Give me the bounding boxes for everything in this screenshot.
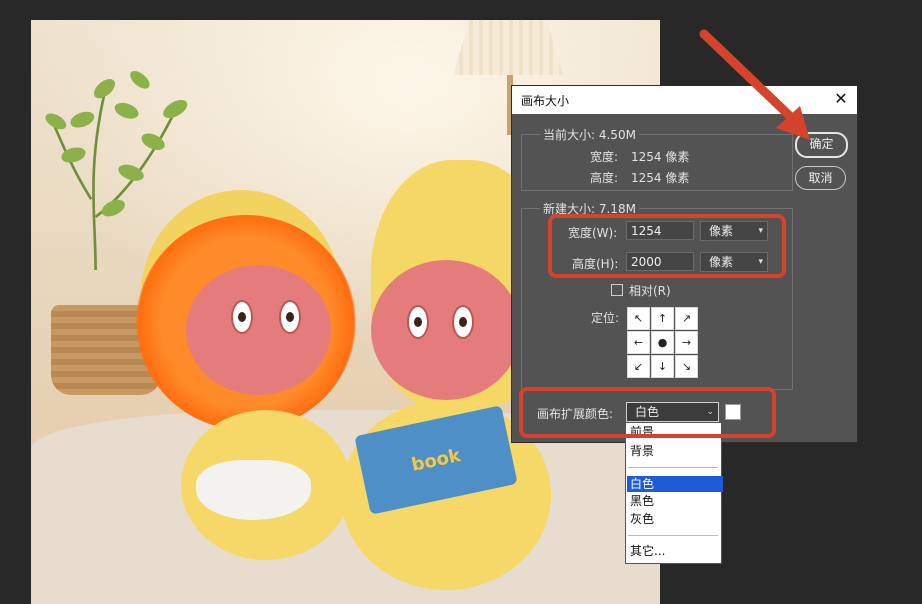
current-width-value: 1254 像素 <box>631 150 690 164</box>
left-doll-eye <box>231 300 253 334</box>
dropdown-item-other[interactable]: 其它... <box>629 543 718 559</box>
right-doll-eye <box>452 305 474 339</box>
red-arrow-annotation <box>699 29 810 140</box>
extension-color-dropdown: 前景 背景 白色 黑色 灰色 其它... <box>625 422 723 564</box>
anchor-bottom-left[interactable]: ↙ <box>627 355 650 378</box>
right-doll-face <box>371 260 521 400</box>
book-text: book <box>409 444 463 476</box>
anchor-left[interactable]: ← <box>627 331 650 354</box>
dropdown-item-gray[interactable]: 灰色 <box>629 511 718 527</box>
anchor-top-right[interactable]: ↗ <box>675 307 698 330</box>
anchor-bottom[interactable]: ↓ <box>651 355 674 378</box>
current-height-value: 1254 像素 <box>631 171 690 185</box>
dropdown-item-black[interactable]: 黑色 <box>629 493 718 509</box>
dropdown-separator <box>628 535 718 536</box>
anchor-bottom-right[interactable]: ↘ <box>675 355 698 378</box>
anchor-label: 定位: <box>591 311 620 325</box>
dropdown-item-white[interactable]: 白色 <box>627 476 723 492</box>
anchor-top[interactable]: ↑ <box>651 307 674 330</box>
anchor-right[interactable]: → <box>675 331 698 354</box>
left-doll-eye <box>279 300 301 334</box>
relative-checkbox[interactable] <box>611 284 623 296</box>
anchor-top-left[interactable]: ↖ <box>627 307 650 330</box>
current-size-label: 当前大小: 4.50M <box>540 126 639 143</box>
dropdown-item-background[interactable]: 背景 <box>629 443 718 459</box>
lamp-shade <box>453 20 563 75</box>
relative-label: 相对(R) <box>629 284 671 298</box>
left-doll-face <box>186 265 331 395</box>
right-doll-eye <box>407 305 429 339</box>
highlight-extension-color <box>519 387 776 438</box>
left-doll-diaper <box>196 460 311 520</box>
dialog-title: 画布大小 <box>521 94 570 108</box>
current-height-label: 高度: <box>590 171 619 185</box>
anchor-center[interactable]: ● <box>651 331 674 354</box>
cancel-button[interactable]: 取消 <box>795 166 846 190</box>
current-width-label: 宽度: <box>590 150 619 164</box>
dropdown-separator <box>628 467 718 468</box>
anchor-grid: ↖ ↑ ↗ ← ● → ↙ ↓ ↘ <box>627 307 700 380</box>
highlight-size-inputs <box>548 214 786 278</box>
